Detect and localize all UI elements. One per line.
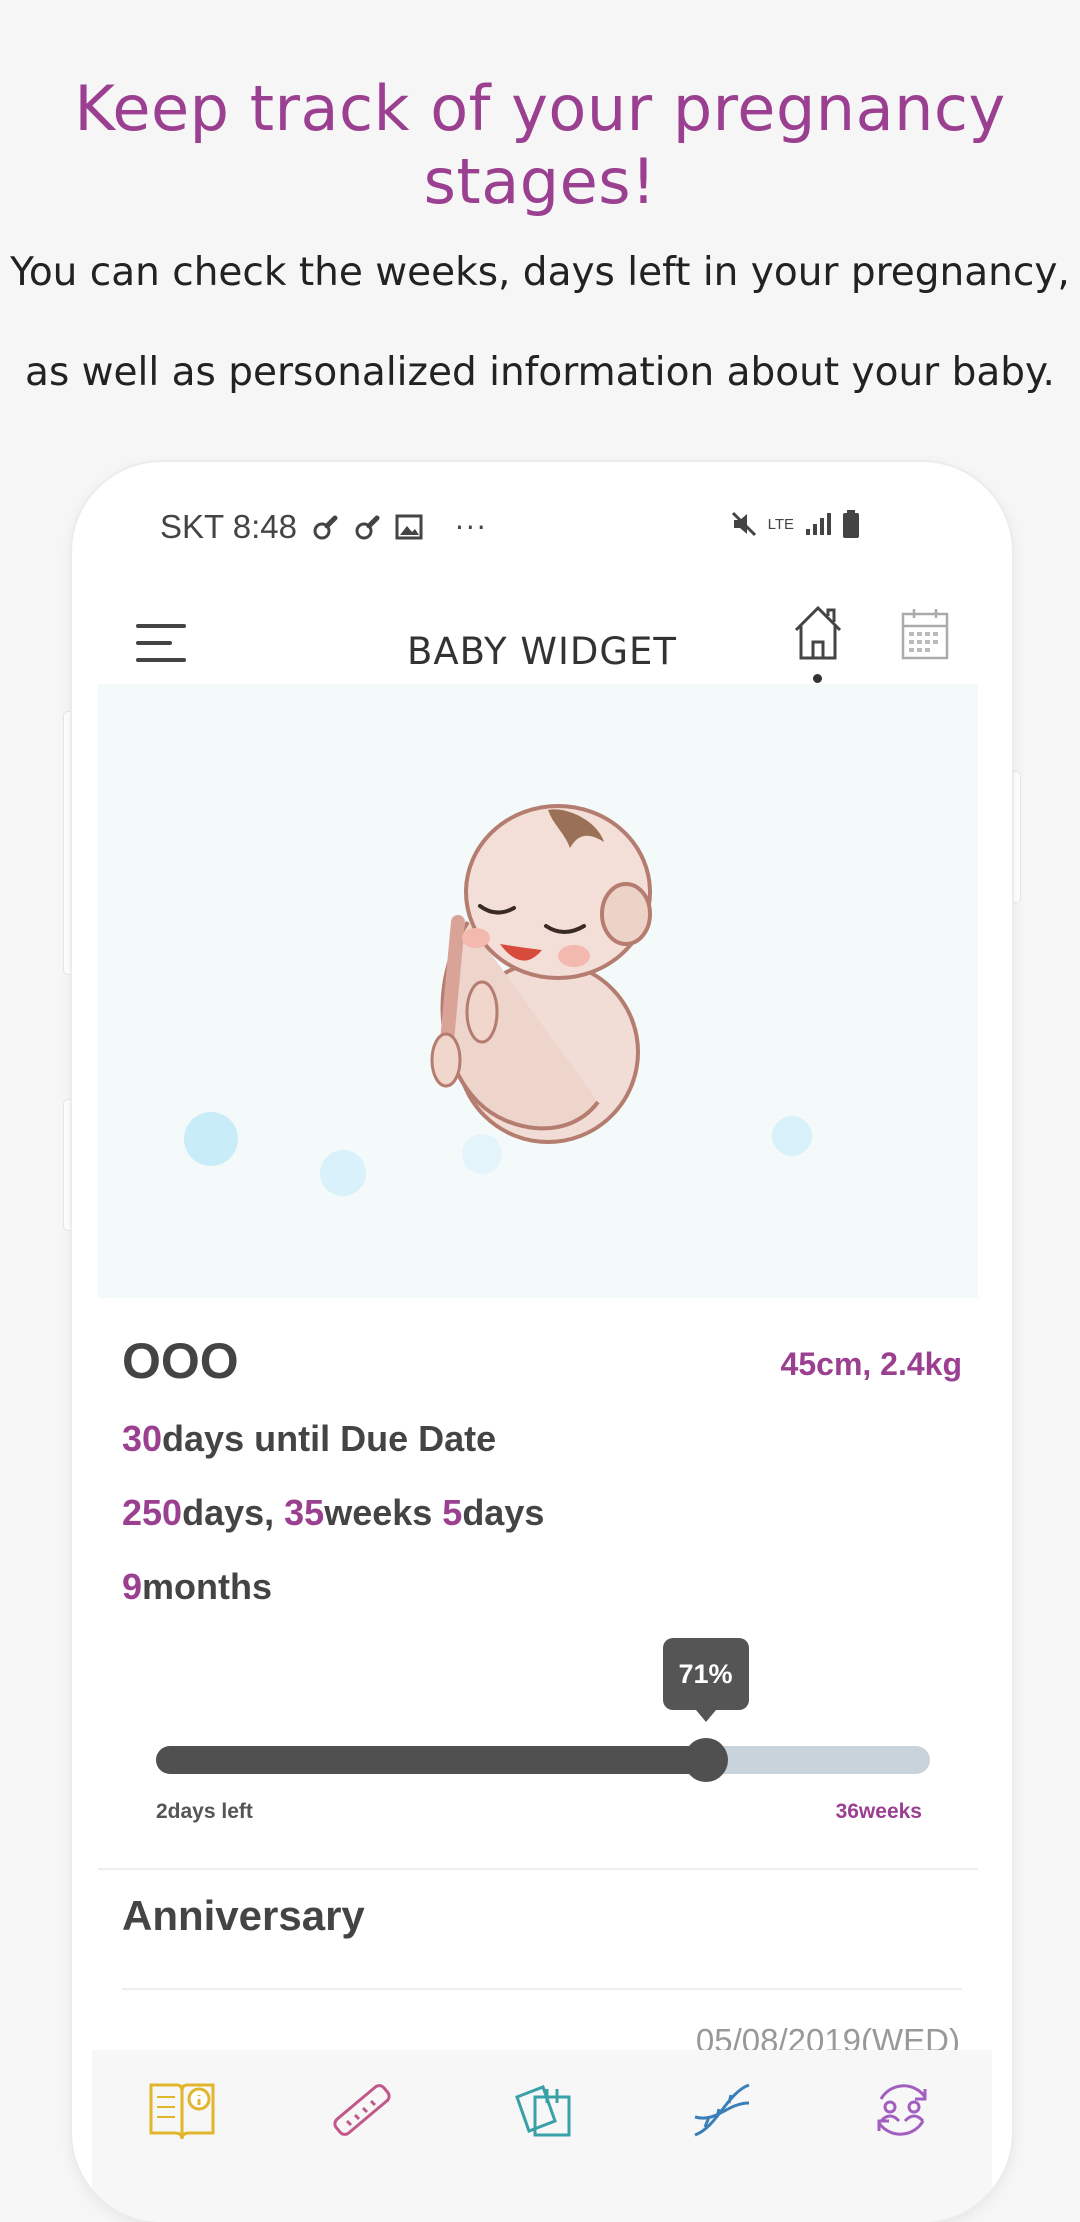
months-text: months: [142, 1566, 273, 1607]
pacifier-icon: [355, 515, 380, 540]
more-dots-icon: ···: [454, 510, 488, 544]
progress-right-label: 36weeks: [835, 1800, 922, 1823]
anniversary-title: Anniversary: [122, 1892, 365, 1939]
notes-icon[interactable]: [502, 2070, 582, 2150]
baby-size: 45cm, 2.4kg: [780, 1346, 962, 1382]
bubble: [184, 1112, 238, 1166]
due-days-number: 30: [122, 1418, 163, 1459]
progress-left-label: 2days left: [156, 1800, 253, 1823]
bubble: [320, 1150, 366, 1196]
pacifier-icon: [313, 515, 338, 540]
dna-icon[interactable]: [682, 2070, 762, 2150]
status-bar: SKT 8:48 ··· LTE: [160, 502, 920, 552]
section-divider: [122, 1988, 962, 1990]
home-icon[interactable]: [790, 602, 846, 662]
months-line: 9months: [122, 1566, 272, 1608]
fetus-illustration: [430, 804, 652, 1144]
network-label: LTE: [767, 515, 794, 533]
progress-track: [156, 1738, 930, 1782]
progress-thumb[interactable]: [683, 1738, 728, 1782]
progress-tooltip: 71%: [662, 1638, 749, 1722]
due-date-line: 30days until Due Date: [122, 1418, 496, 1460]
elapsed-line: 250days, 35weeks 5days: [122, 1492, 544, 1534]
info-book-icon[interactable]: [142, 2070, 222, 2150]
baby-name: OOO: [122, 1333, 239, 1389]
elapsed-days-text: days,: [182, 1492, 285, 1533]
progress-fill: [156, 1746, 706, 1774]
phone-frame: SKT 8:48 ··· LTE BABY WIDGET OOO 45cm, 2…: [72, 462, 1012, 2222]
elapsed-weeks-text: weeks: [324, 1492, 443, 1533]
promo-line-1: You can check the weeks, days left in yo…: [10, 250, 1070, 295]
image-icon: [395, 514, 423, 540]
battery-icon: [843, 510, 859, 538]
sync-users-icon[interactable]: [862, 2070, 942, 2150]
bubble: [772, 1116, 812, 1156]
due-days-text: days until Due Date: [162, 1418, 497, 1459]
months-number: 9: [122, 1566, 143, 1607]
signal-icon: [806, 513, 831, 535]
baby-illustration-area: [98, 684, 978, 1298]
section-divider: [98, 1868, 978, 1870]
active-indicator: [813, 674, 822, 683]
mute-icon: [731, 511, 756, 537]
elapsed-extra-days-text: days: [462, 1492, 545, 1533]
promo-line-2: as well as personalized information abou…: [25, 350, 1055, 395]
elapsed-extra-days-number: 5: [442, 1492, 463, 1533]
bottom-navigation: [92, 2050, 992, 2222]
promo-headline: Keep track of your pregnancy stages!: [74, 72, 1006, 218]
calendar-icon[interactable]: [900, 606, 950, 660]
elapsed-weeks-number: 35: [284, 1492, 325, 1533]
elapsed-days-number: 250: [122, 1492, 183, 1533]
app-title: BABY WIDGET: [406, 630, 678, 673]
ruler-icon[interactable]: [322, 2070, 402, 2150]
status-carrier-time: SKT 8:48: [160, 508, 297, 545]
